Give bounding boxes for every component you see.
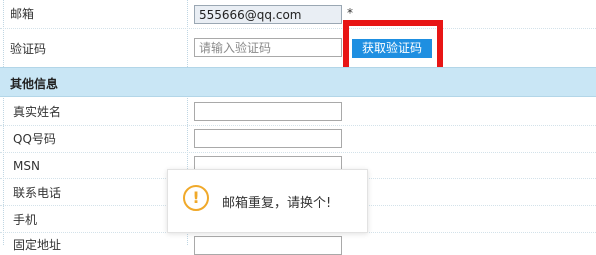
highlight-box xyxy=(343,20,443,73)
msn-label: MSN xyxy=(13,159,40,173)
duplicate-email-toast: ! 邮箱重复，请换个! xyxy=(167,169,368,233)
mobile-label: 手机 xyxy=(13,213,38,227)
address-label: 固定地址 xyxy=(13,238,62,252)
phone-label: 联系电话 xyxy=(13,186,62,200)
real-name-field[interactable] xyxy=(194,102,342,121)
row-divider xyxy=(0,125,596,126)
verification-code-label: 验证码 xyxy=(10,42,47,56)
qq-number-label: QQ号码 xyxy=(13,132,56,146)
email-label: 邮箱 xyxy=(10,7,35,21)
real-name-label: 真实姓名 xyxy=(13,105,62,119)
qq-number-field[interactable] xyxy=(194,129,342,148)
row-divider xyxy=(0,152,596,153)
table-border-left xyxy=(3,0,4,245)
section-header: 其他信息 xyxy=(0,67,596,97)
email-field[interactable] xyxy=(194,5,342,24)
section-title: 其他信息 xyxy=(10,77,59,91)
required-mark: * xyxy=(347,6,353,20)
verification-code-input[interactable] xyxy=(194,38,342,57)
exclamation-circle-icon: ! xyxy=(183,185,209,211)
address-field[interactable] xyxy=(194,236,342,255)
toast-message: 邮箱重复，请换个! xyxy=(222,196,332,211)
row-divider xyxy=(0,28,596,29)
